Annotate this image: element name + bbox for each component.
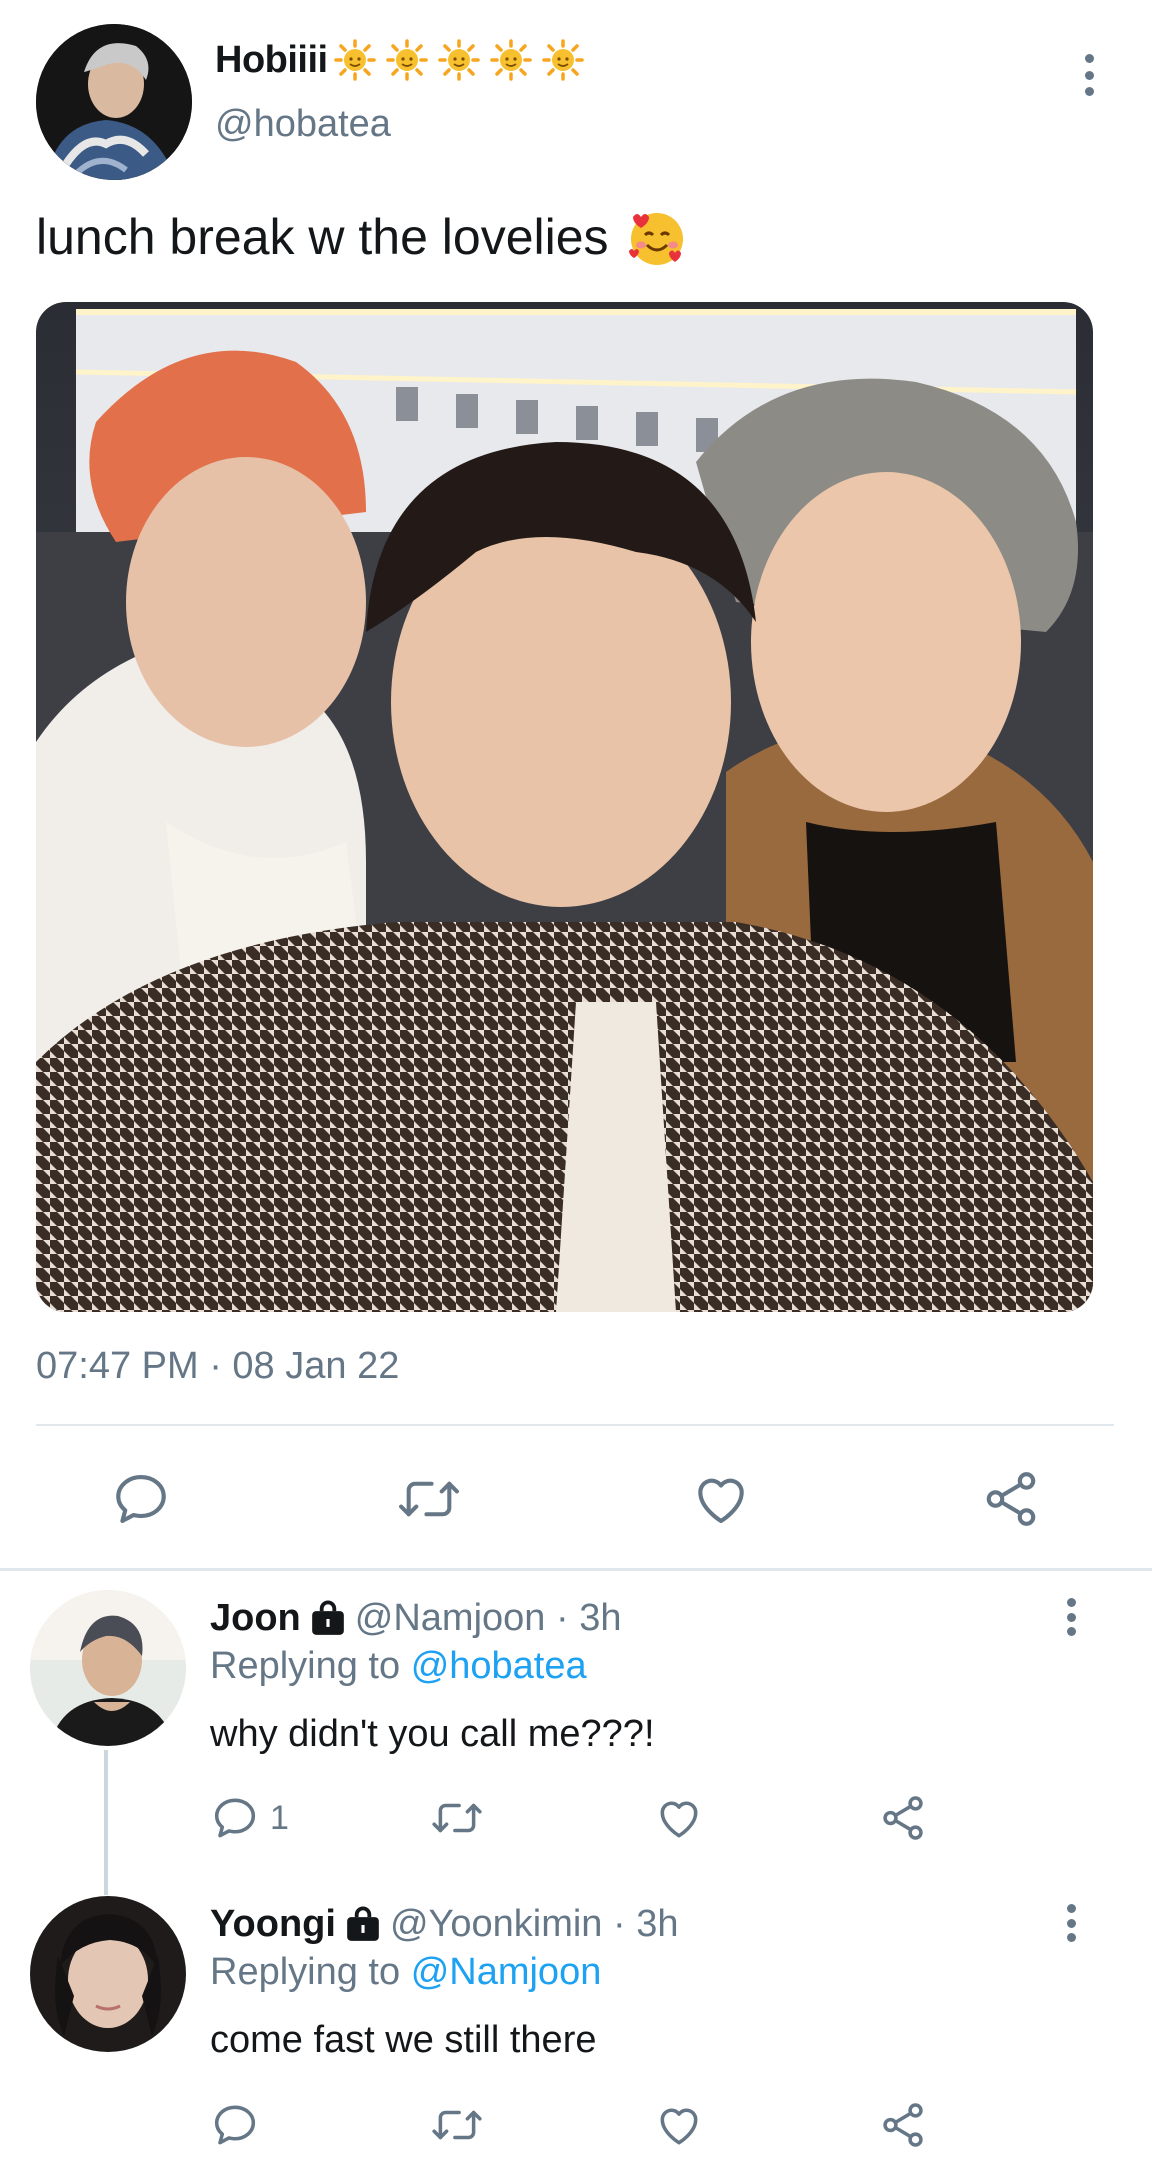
tweet-photo[interactable] xyxy=(36,302,1093,1312)
replying-to-row: Replying to @Namjoon xyxy=(210,1951,601,1994)
like-icon[interactable] xyxy=(654,1793,704,1843)
replying-to-handle[interactable]: @Namjoon xyxy=(411,1951,602,1993)
reply-text: why didn't you call me???! xyxy=(210,1713,655,1755)
sun-emoji-icon xyxy=(489,39,532,81)
sun-emoji-icon xyxy=(333,39,376,81)
reply-count: 1 xyxy=(270,1798,289,1837)
lock-icon xyxy=(347,1905,379,1941)
share-icon[interactable] xyxy=(878,1793,928,1843)
reply-text: come fast we still there xyxy=(210,2019,597,2061)
reply-handle-time[interactable]: @Namjoon · 3h xyxy=(355,1597,622,1640)
more-options-icon[interactable] xyxy=(1074,54,1104,96)
reply-handle-time[interactable]: @Yoonkimin · 3h xyxy=(390,1903,679,1946)
replying-to-label: Replying to xyxy=(210,1951,401,1993)
tweet-text: lunch break w the lovelies xyxy=(36,209,609,265)
author-avatar[interactable] xyxy=(36,24,192,180)
retweet-icon[interactable] xyxy=(430,2100,484,2150)
author-name-row: Hobiiii xyxy=(215,34,594,86)
replying-to-row: Replying to @hobatea xyxy=(210,1645,587,1688)
reply-avatar[interactable] xyxy=(30,1896,186,2052)
sun-emoji-icon xyxy=(541,39,584,81)
share-icon[interactable] xyxy=(878,2100,928,2150)
reply-icon[interactable]: 1 xyxy=(210,1793,289,1843)
reply-avatar[interactable] xyxy=(30,1590,186,1746)
tweet-timestamp: 07:47 PM · 08 Jan 22 xyxy=(36,1345,400,1387)
author-display-name[interactable]: Hobiiii xyxy=(215,39,328,82)
reply-thread-line xyxy=(104,1750,108,1895)
more-options-icon[interactable] xyxy=(1056,1598,1086,1636)
reply-icon[interactable] xyxy=(110,1468,172,1530)
reply-icon[interactable] xyxy=(210,2100,260,2150)
retweet-icon[interactable] xyxy=(430,1793,484,1843)
share-icon[interactable] xyxy=(980,1468,1042,1530)
replying-to-label: Replying to xyxy=(210,1645,401,1687)
retweet-icon[interactable] xyxy=(396,1468,462,1530)
replying-to-handle[interactable]: @hobatea xyxy=(411,1645,587,1687)
more-options-icon[interactable] xyxy=(1056,1904,1086,1942)
lock-icon xyxy=(311,1599,344,1635)
sun-emoji-icon xyxy=(385,39,428,81)
reply-header: Joon @Namjoon · 3h xyxy=(210,1597,621,1640)
divider xyxy=(36,1424,1114,1426)
tweet-text-row: lunch break w the lovelies xyxy=(36,205,689,269)
author-handle[interactable]: @hobatea xyxy=(215,103,391,146)
section-divider xyxy=(0,1568,1152,1571)
smiling-face-with-hearts-icon xyxy=(628,213,683,265)
like-icon[interactable] xyxy=(690,1468,752,1530)
reply-display-name[interactable]: Joon xyxy=(210,1597,301,1640)
reply-header: Yoongi @Yoonkimin · 3h xyxy=(210,1903,678,1946)
sun-emoji-icon xyxy=(437,39,480,81)
like-icon[interactable] xyxy=(654,2100,704,2150)
reply-display-name[interactable]: Yoongi xyxy=(210,1903,336,1946)
